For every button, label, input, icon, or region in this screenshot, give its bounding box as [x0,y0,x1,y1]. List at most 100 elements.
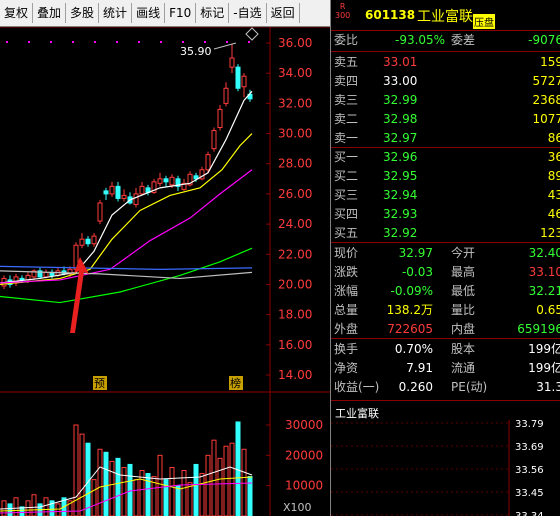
bid-volume: 89 [547,169,560,183]
candle-body [43,271,49,278]
volume-bar [199,473,205,516]
stat2-value: 31.3 [536,380,560,394]
bid-price: 32.94 [383,188,418,202]
bid-volume: 46 [547,207,560,221]
toolbar-button-0[interactable]: 复权 [0,3,34,23]
y-tick-label: 26.00 [278,187,312,201]
bid-label: 买五 [334,226,359,240]
volume-bar [13,497,19,516]
stat2-value: 0.260 [398,380,433,394]
toolbar-button-8[interactable]: 返回 [267,3,300,23]
stock-code: 601138 [365,8,416,22]
volume-bar [79,433,85,516]
toolbar-button-6[interactable]: 标记 [196,3,230,23]
volume-bar [91,479,97,516]
candle-body [97,202,103,222]
bid-row: 买三 32.94 43 [331,186,560,205]
kline-svg: 36.00 34.00 32.00 30.00 28.00 26.00 24.00 22.00… [0,27,330,516]
stat2-label: PE(动) [451,380,488,394]
peak-pointer [213,42,237,50]
volume-bar [115,457,121,516]
volume-bar [217,457,223,516]
mini-tick-label: 33.79 [515,420,544,430]
stat-label: 内盘 [451,322,476,336]
stat2-value: 7.91 [406,361,433,375]
stat-label: 最低 [451,284,476,298]
stat-value: -0.09% [390,284,433,298]
y-tick-label: 14.00 [278,368,312,382]
stat-label: 今开 [451,246,476,260]
y-tick-label: 34.00 [278,66,312,80]
kline-chart[interactable]: 36.00 34.00 32.00 30.00 28.00 26.00 24.00 22.00… [0,27,330,516]
candle-body [79,238,85,246]
y-tick-label: 24.00 [278,217,312,231]
toolbar-button-2[interactable]: 多股 [66,3,100,23]
stat-label: 最高 [451,265,476,279]
mini-tick-label: 33.34 [515,511,544,516]
chart-toolbar: 复权 叠加 多股 统计 画线 F10 标记 -自选 返回 [0,0,330,27]
y-tick-label: 18.00 [278,308,312,322]
volume-bar [169,466,175,516]
stat-label: 涨跌 [334,265,359,279]
toolbar-button-3[interactable]: 统计 [99,3,133,23]
y-tick-label: 16.00 [278,338,312,352]
peak-price-label: 35.90 [180,45,212,58]
ask-label: 卖三 [334,93,359,107]
volume-bar [55,503,61,516]
divider [331,51,560,52]
stat2-label: 股本 [451,342,476,356]
bid-price: 32.92 [383,226,418,240]
weibi-label: 委比 [334,33,359,47]
divider [331,400,560,401]
bid-row: 买五 32.92 123 [331,224,560,243]
volume-bar [133,479,139,516]
ask-volume: 2368 [532,93,560,107]
ask-row: 卖三 32.99 2368 [331,91,560,110]
toolbar-button-7[interactable]: -自选 [229,3,267,23]
toolbar-button-1[interactable]: 叠加 [33,3,67,23]
divider [331,338,560,339]
toolbar-button-5[interactable]: F10 [165,3,197,23]
stat2-label: 换手 [334,342,359,356]
stat-row: 涨跌 -0.03 最高 33.10 [331,263,560,282]
stat-value: -0.03 [401,265,433,279]
candle-body [163,178,169,183]
stat-row: 涨幅 -0.09% 最低 32.21 [331,282,560,301]
diamond-icon [245,27,259,41]
volume-bar [145,473,151,516]
volume-bar [247,476,253,516]
stat-label: 涨幅 [334,284,359,298]
dot-marker [6,41,8,43]
stat-row: 外盘 722605 内盘 659196 [331,320,560,339]
volume-bar [31,494,37,516]
ask-price: 32.97 [383,131,418,145]
ask-volume: 159 [540,55,560,69]
toolbar-button-4[interactable]: 画线 [132,3,166,23]
dot-marker [72,41,74,43]
market-badge-top: R [339,2,346,11]
y-tick-label: 20.00 [278,277,312,291]
candle-body [223,87,229,104]
bid-price: 32.96 [383,150,418,164]
ma-blue-line [0,265,253,270]
volume-bar [127,463,133,516]
stat-label: 总量 [334,303,359,317]
y-tick-label: 28.00 [278,157,312,171]
stat-value: 32.21 [528,284,560,298]
candle-body [235,66,241,89]
stat2-row: 换手 0.70% 股本 199亿 [331,340,560,359]
candle-body [109,185,115,195]
y-tick-label: 30.00 [278,127,312,141]
candle-body [91,235,97,245]
mini-chart-title: 工业富联 [335,407,379,420]
ask-price: 32.99 [383,93,418,107]
ask-row: 卖二 32.98 1077 [331,110,560,129]
vol-tick-label: 30000 [285,418,323,432]
marker-badge: 榜 [230,376,241,390]
volume-bar [211,439,217,516]
dot-marker [204,41,206,43]
vol-tick-label: 20000 [285,448,323,462]
candle-body [121,194,127,199]
candle-body [241,75,247,88]
volume-bar [103,451,109,516]
